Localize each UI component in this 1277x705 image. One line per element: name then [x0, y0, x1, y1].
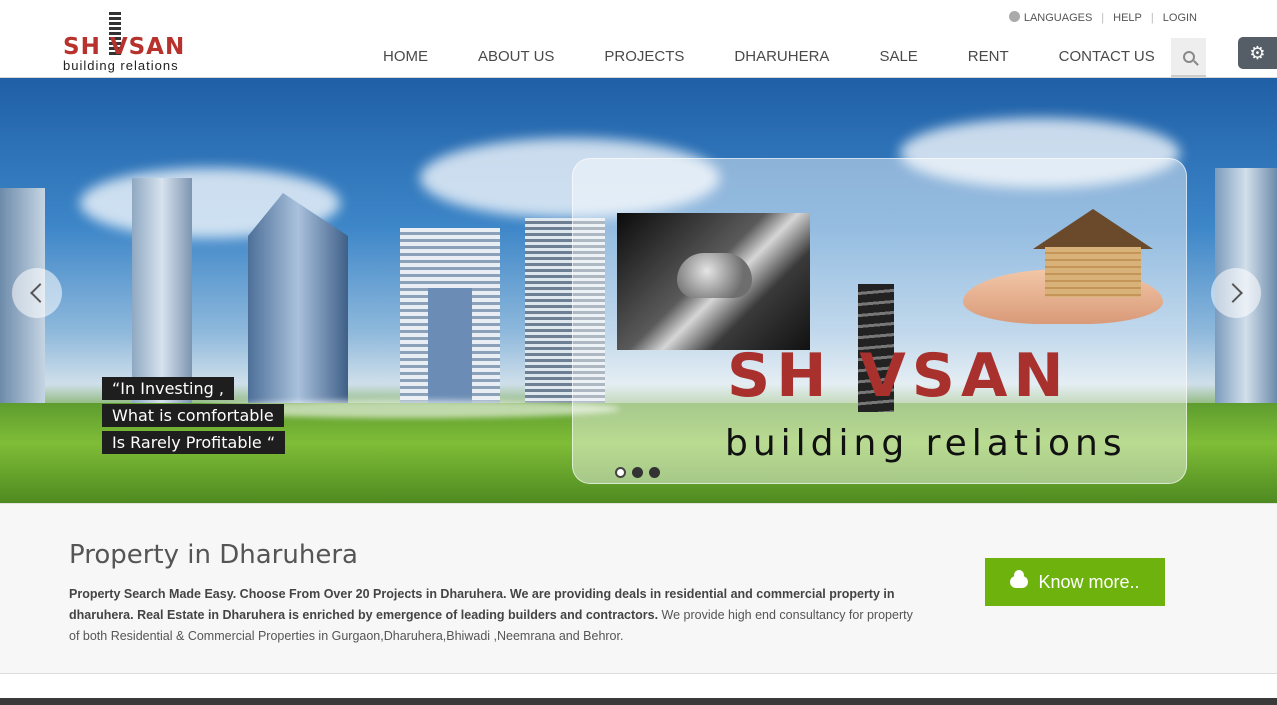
slider-pagination [615, 467, 660, 478]
nav-home[interactable]: HOME [358, 38, 453, 77]
know-more-label: Know more.. [1038, 571, 1140, 592]
nav-about-us[interactable]: ABOUT US [453, 38, 579, 77]
promo-logo-text: SH VSAN [727, 341, 1070, 411]
hero-slider: “In Investing , What is comfortable Is R… [0, 78, 1277, 503]
nav-contact-us[interactable]: CONTACT US [1034, 38, 1180, 77]
slider-next-button[interactable] [1211, 268, 1261, 318]
building-image [428, 288, 472, 408]
main-nav: HOME ABOUT US PROJECTS DHARUHERA SALE RE… [358, 38, 1180, 77]
nav-sale[interactable]: SALE [854, 38, 942, 77]
search-icon [1182, 50, 1195, 63]
site-logo[interactable]: SH VSAN building relations [63, 12, 208, 74]
intro-section: Property in Dharuhera Property Search Ma… [0, 503, 1277, 673]
help-link[interactable]: HELP [1104, 12, 1151, 24]
slide-dot-3[interactable] [649, 467, 660, 478]
building-image [248, 193, 348, 408]
chevron-right-icon [1223, 283, 1243, 303]
promo-logo: SH VSAN [723, 284, 1123, 414]
cloud-download-icon [1010, 570, 1029, 588]
logo-tagline: building relations [63, 58, 179, 73]
slide-dot-2[interactable] [632, 467, 643, 478]
globe-icon [1008, 11, 1020, 22]
footer-dark-strip [0, 698, 1277, 705]
languages-link[interactable]: LANGUAGES [1000, 11, 1101, 24]
hero-quote: “In Investing , What is comfortable Is R… [102, 377, 286, 458]
login-link[interactable]: LOGIN [1154, 12, 1206, 24]
search-button[interactable] [1171, 38, 1206, 77]
house-roof [1033, 209, 1153, 249]
gear-icon: ⚙ [1249, 42, 1266, 63]
settings-button[interactable]: ⚙ [1238, 37, 1277, 69]
nav-rent[interactable]: RENT [943, 38, 1034, 77]
site-header: SH VSAN building relations LANGUAGES | H… [0, 0, 1277, 78]
chevron-left-icon [30, 283, 50, 303]
section-title: Property in Dharuhera [69, 540, 358, 570]
slider-prev-button[interactable] [12, 268, 62, 318]
quote-line: Is Rarely Profitable “ [102, 431, 286, 454]
building-image [132, 178, 192, 408]
top-links: LANGUAGES | HELP | LOGIN [1000, 11, 1206, 24]
section-description: Property Search Made Easy. Choose From O… [69, 584, 919, 647]
quote-line: “In Investing , [102, 377, 234, 400]
promo-panel: SH VSAN building relations [572, 158, 1187, 484]
know-more-button[interactable]: Know more.. [985, 558, 1165, 606]
quote-line: What is comfortable [102, 404, 284, 427]
logo-wordmark: SH VSAN [63, 34, 186, 60]
slide-dot-1[interactable] [615, 467, 626, 478]
nav-projects[interactable]: PROJECTS [579, 38, 709, 77]
nav-dharuhera[interactable]: DHARUHERA [709, 38, 854, 77]
promo-tagline: building relations [725, 423, 1127, 464]
